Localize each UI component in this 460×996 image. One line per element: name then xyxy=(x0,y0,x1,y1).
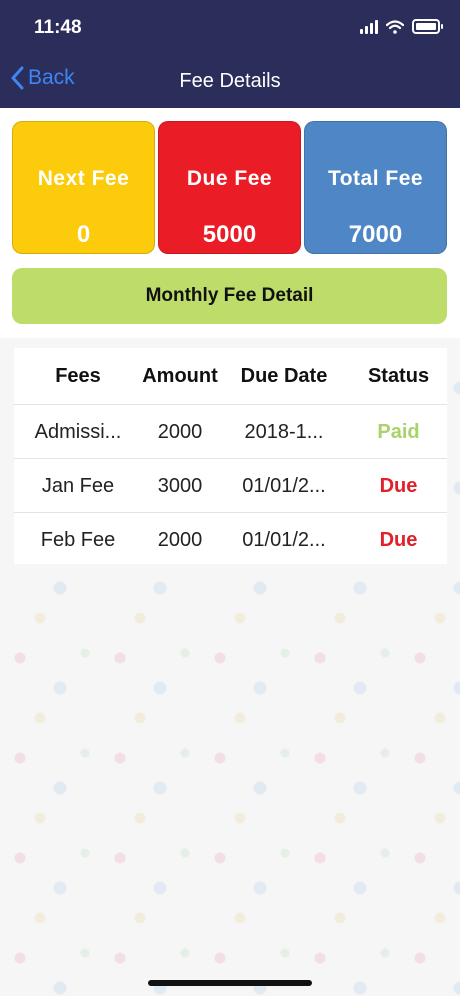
status-icons xyxy=(360,19,443,34)
table-row[interactable]: Admissi... 2000 2018-1... Paid xyxy=(14,404,447,459)
wifi-icon xyxy=(386,19,404,34)
table-row[interactable]: Feb Fee 2000 01/01/2... Due xyxy=(14,512,447,567)
fee-amount: 2000 xyxy=(157,528,203,551)
signal-icon xyxy=(360,19,378,34)
navigation-bar: Back Fee Details xyxy=(0,56,460,108)
column-header-status: Status xyxy=(367,364,430,387)
next-fee-card[interactable]: Next Fee 0 xyxy=(12,121,155,254)
column-header-due-date: Due Date xyxy=(240,364,328,387)
table-row[interactable]: Jan Fee 3000 01/01/2... Due xyxy=(14,458,447,513)
fee-status: Due xyxy=(379,528,418,551)
fee-name: Feb Fee xyxy=(40,528,116,551)
fee-amount: 2000 xyxy=(157,420,203,443)
column-header-amount: Amount xyxy=(142,364,218,387)
fee-due-date: 01/01/2... xyxy=(242,528,326,551)
fee-table: Fees Amount Due Date Status Admissi... 2… xyxy=(14,348,447,564)
due-fee-label: Due Fee xyxy=(186,167,273,190)
total-fee-card[interactable]: Total Fee 7000 xyxy=(304,121,447,254)
fee-name: Jan Fee xyxy=(41,474,115,497)
next-fee-label: Next Fee xyxy=(37,167,130,190)
due-fee-value: 5000 xyxy=(202,221,257,248)
monthly-fee-detail-button[interactable]: Monthly Fee Detail xyxy=(12,268,447,324)
fee-status: Due xyxy=(379,474,418,497)
total-fee-value: 7000 xyxy=(348,221,403,248)
fee-name: Admissi... xyxy=(34,420,122,443)
due-fee-card[interactable]: Due Fee 5000 xyxy=(158,121,301,254)
total-fee-label: Total Fee xyxy=(327,167,424,190)
column-header-fees: Fees xyxy=(55,364,101,387)
status-bar: 11:48 xyxy=(0,0,460,56)
table-header: Fees Amount Due Date Status xyxy=(14,348,447,404)
page-title: Fee Details xyxy=(179,70,281,92)
fee-due-date: 01/01/2... xyxy=(242,474,326,497)
fee-amount: 3000 xyxy=(157,474,203,497)
fee-status: Paid xyxy=(377,420,420,443)
fee-due-date: 2018-1... xyxy=(244,420,324,443)
home-indicator[interactable] xyxy=(148,980,312,986)
next-fee-value: 0 xyxy=(76,221,91,248)
status-time: 11:48 xyxy=(34,17,82,38)
fee-summary-section: Next Fee 0 Due Fee 5000 Total Fee 7000 M… xyxy=(0,108,460,338)
battery-icon xyxy=(412,19,443,34)
